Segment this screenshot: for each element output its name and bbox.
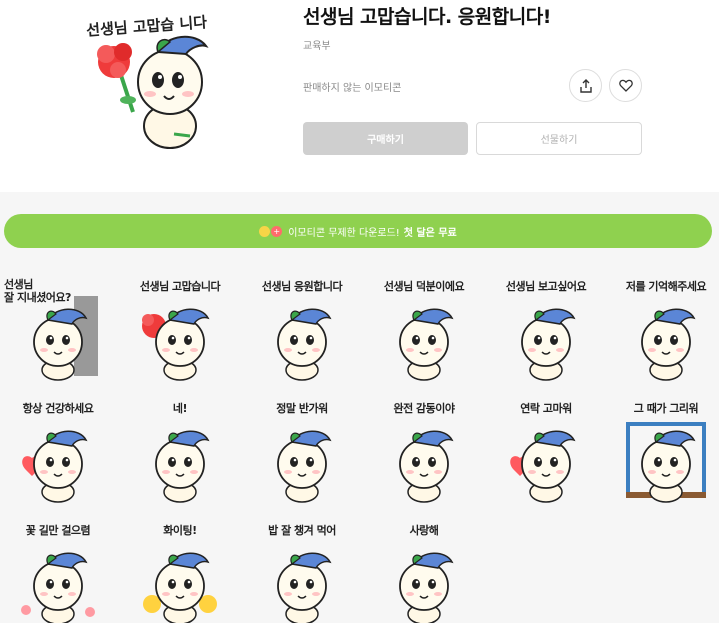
promo-text: 이모티콘 무제한 다운로드!: [288, 227, 400, 239]
sticker-caption: 선생님 덕분이에요: [383, 280, 465, 293]
sticker-tile[interactable]: 항상 건강하세요: [4, 400, 112, 512]
sticker-tile[interactable]: 화이팅!: [126, 522, 234, 623]
sticker-tile[interactable]: 꽃 길만 걸으렴: [4, 522, 112, 623]
sticker-character-image: [33, 296, 98, 381]
sticker-tile[interactable]: 선생님 잘 지내셨어요?: [4, 278, 112, 390]
heart-outline-icon: [618, 79, 633, 92]
sticker-tile[interactable]: 선생님 고맙습니다: [126, 278, 234, 390]
smile-icon: [259, 225, 271, 237]
sticker-character-image: [399, 552, 454, 623]
sticker-tile[interactable]: 네!: [126, 400, 234, 512]
sticker-tile[interactable]: 완전 감동이야: [370, 400, 478, 512]
promo-banner[interactable]: + 이모티콘 무제한 다운로드! 첫 달은 무료: [4, 214, 712, 248]
sticker-caption: 완전 감동이야: [393, 402, 455, 415]
author-link[interactable]: 교육부: [303, 37, 331, 52]
sticker-caption: 화이팅!: [163, 524, 197, 537]
sticker-caption: 네!: [172, 402, 188, 415]
like-button[interactable]: [609, 69, 642, 102]
sticker-character-image: [155, 430, 210, 503]
sticker-caption: 선생님 응원합니다: [261, 280, 343, 293]
carnation-icon: [97, 43, 136, 113]
sticker-tile[interactable]: 선생님 응원합니다: [248, 278, 356, 390]
sticker-character-image: [521, 308, 576, 381]
sticker-caption: 밥 잘 챙겨 먹어: [268, 524, 336, 537]
share-button[interactable]: [569, 69, 602, 102]
sticker-character-image: [399, 308, 454, 381]
sticker-caption: 저를 기억해주세요: [625, 280, 707, 293]
sticker-caption: 그 때가 그리워: [633, 402, 699, 415]
sticker-character-image: [510, 430, 576, 503]
sticker-caption-line: 선생님: [4, 278, 33, 291]
sticker-character-image: [143, 552, 217, 623]
sticker-tile[interactable]: 밥 잘 챙겨 먹어: [248, 522, 356, 623]
sticker-tile[interactable]: 연락 고마워: [492, 400, 600, 512]
sticker-caption: 항상 건강하세요: [22, 402, 94, 415]
share-icon: [579, 78, 592, 93]
promo-highlight: 첫 달은 무료: [403, 227, 457, 239]
emoticon-detail-page: 선생님 고맙습 니다 선생님 고맙습니다. 응원합니다! 교육부 판매하지 않는…: [0, 0, 719, 623]
sticker-character-image: [22, 430, 88, 503]
sticker-tile[interactable]: 사랑해: [370, 522, 478, 623]
sticker-tile[interactable]: 선생님 보고싶어요: [492, 278, 600, 390]
sticker-character-image: [277, 552, 332, 623]
page-title: 선생님 고맙습니다. 응원합니다!: [303, 6, 551, 28]
sticker-character-image: [641, 308, 696, 381]
gift-button[interactable]: 선물하기: [476, 122, 642, 155]
sticker-tile[interactable]: 선생님 덕분이에요: [370, 278, 478, 390]
sticker-caption: 선생님 고맙습니다: [139, 280, 221, 293]
sticker-character-image: [277, 430, 332, 503]
hero-sticker-image: 선생님 고맙습 니다: [78, 4, 228, 152]
sticker-caption: 연락 고마워: [520, 402, 572, 415]
hero-caption: 선생님 고맙습 니다: [86, 13, 208, 39]
not-for-sale-label: 판매하지 않는 이모티콘: [303, 83, 402, 94]
character-body: [137, 35, 209, 149]
sticker-character-image: [626, 422, 706, 503]
plus-badge-icon: +: [271, 225, 283, 237]
sticker-caption: 꽃 길만 걸으렴: [25, 524, 91, 537]
sticker-caption: 선생님 보고싶어요: [505, 280, 587, 293]
sticker-tile[interactable]: 저를 기억해주세요: [612, 278, 719, 390]
sticker-caption: 사랑해: [409, 524, 439, 537]
sticker-character-image: [399, 430, 454, 503]
sticker-tile[interactable]: 그 때가 그리워: [612, 400, 719, 512]
sticker-character-image: [142, 308, 210, 381]
sticker-caption: 정말 반가워: [276, 402, 328, 415]
sticker-character-image: [21, 552, 95, 623]
buy-button[interactable]: 구매하기: [303, 122, 468, 155]
sticker-character-image: [277, 308, 332, 381]
sticker-tile[interactable]: 정말 반가워: [248, 400, 356, 512]
